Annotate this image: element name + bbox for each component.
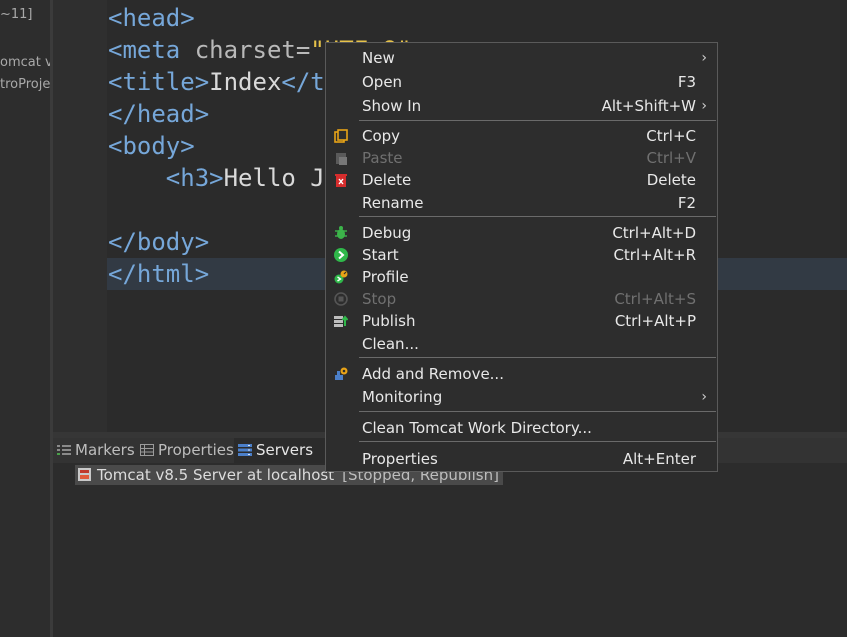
menu-item-rename[interactable]: Rename F2	[326, 192, 717, 214]
tab-servers[interactable]: Servers ✕	[234, 438, 339, 463]
menu-item-clean-tomcat-work-directory[interactable]: Clean Tomcat Work Directory...	[326, 417, 717, 439]
server-name: Tomcat v8.5 Server at localhost	[97, 466, 335, 484]
menu-separator	[359, 411, 716, 412]
tab-label: Markers	[75, 441, 135, 459]
project-explorer-text[interactable]: troProje	[0, 77, 50, 92]
menu-item-properties[interactable]: Properties Alt+Enter	[326, 448, 717, 470]
code-text: <head>	[108, 2, 195, 34]
publish-icon	[334, 315, 348, 327]
code-text: <body>	[108, 130, 195, 162]
menu-item-shortcut: Ctrl+Alt+P	[614, 312, 696, 330]
code-line[interactable]: 3<head>	[53, 2, 847, 34]
markers-icon	[57, 445, 71, 455]
menu-item-publish[interactable]: Publish Ctrl+Alt+P	[326, 310, 717, 332]
start-icon	[334, 248, 348, 262]
line-number-gutter	[53, 0, 107, 432]
menu-item-new[interactable]: New ›	[326, 47, 717, 69]
tab-markers[interactable]: Markers	[57, 438, 135, 463]
submenu-arrow-icon: ›	[701, 389, 707, 405]
tab-label: Properties	[158, 441, 234, 459]
menu-item-delete[interactable]: Delete Delete	[326, 169, 717, 191]
menu-item-shortcut: Alt+Enter	[622, 450, 696, 468]
tomcat-server-icon	[78, 468, 91, 481]
debug-icon	[335, 226, 347, 239]
menu-item-shortcut: F2	[677, 194, 696, 212]
code-token: Index	[209, 68, 282, 96]
add-remove-icon	[335, 367, 348, 380]
menu-item-shortcut: Ctrl+Alt+D	[612, 224, 696, 242]
menu-item-label: Profile	[362, 268, 409, 286]
menu-item-stop: Stop Ctrl+Alt+S	[326, 288, 717, 310]
menu-item-shortcut: Ctrl+C	[646, 127, 696, 145]
code-token: </body>	[108, 228, 210, 256]
menu-item-label: Stop	[362, 290, 397, 308]
menu-item-clean[interactable]: Clean...	[326, 333, 717, 355]
tab-properties[interactable]: Properties	[140, 438, 234, 463]
profile-icon	[334, 270, 348, 284]
submenu-arrow-icon: ›	[701, 50, 707, 66]
menu-item-shortcut: Delete	[646, 171, 696, 189]
code-token: </head>	[108, 100, 210, 128]
menu-item-label: New	[362, 49, 395, 67]
menu-item-label: Open	[362, 73, 403, 91]
context-menu: New › Open F3 Show In Alt+Shift+W › Copy Ctrl+C P…	[325, 42, 718, 472]
code-token: <head>	[108, 4, 195, 32]
menu-item-paste: Paste Ctrl+V	[326, 147, 717, 169]
menu-item-label: Clean Tomcat Work Directory...	[362, 419, 592, 437]
menu-separator	[359, 357, 716, 358]
tab-label: Servers	[256, 441, 314, 459]
menu-item-label: Rename	[362, 194, 424, 212]
code-text: </html>	[108, 258, 209, 290]
menu-separator	[359, 216, 716, 217]
menu-item-label: Copy	[362, 127, 401, 145]
copy-icon	[334, 129, 348, 143]
submenu-arrow-icon: ›	[701, 98, 707, 114]
servers-icon	[238, 444, 252, 456]
code-token: charset=	[194, 36, 311, 64]
code-text: </head>	[108, 98, 209, 130]
paste-icon	[336, 153, 347, 165]
project-explorer-text[interactable]: ~11]	[0, 7, 50, 22]
menu-item-label: Delete	[362, 171, 412, 189]
code-token: </html>	[108, 260, 210, 288]
code-token: <body>	[108, 132, 195, 160]
code-token: <meta	[108, 36, 195, 64]
menu-item-open[interactable]: Open F3	[326, 71, 717, 93]
menu-item-label: Clean...	[362, 335, 419, 353]
stop-icon	[334, 292, 348, 306]
properties-icon	[140, 444, 154, 456]
menu-item-label: Show In	[362, 97, 422, 115]
menu-item-debug[interactable]: Debug Ctrl+Alt+D	[326, 222, 717, 244]
menu-item-start[interactable]: Start Ctrl+Alt+R	[326, 244, 717, 266]
menu-item-label: Publish	[362, 312, 416, 330]
project-explorer-text[interactable]: omcat v	[0, 55, 50, 70]
code-text: </body>	[108, 226, 209, 258]
menu-item-label: Properties	[362, 450, 438, 468]
menu-item-label: Add and Remove...	[362, 365, 504, 383]
menu-item-add-and-remove[interactable]: Add and Remove...	[326, 363, 717, 385]
delete-icon	[335, 174, 347, 187]
menu-item-shortcut: Ctrl+Alt+R	[613, 246, 696, 264]
menu-item-show-in[interactable]: Show In Alt+Shift+W ›	[326, 95, 717, 117]
menu-item-shortcut: Ctrl+Alt+S	[614, 290, 696, 308]
menu-item-label: Debug	[362, 224, 412, 242]
menu-item-monitoring[interactable]: Monitoring ›	[326, 386, 717, 408]
code-token: <title>	[108, 68, 210, 96]
menu-item-label: Start	[362, 246, 399, 264]
menu-item-profile[interactable]: Profile	[326, 266, 717, 288]
menu-item-label: Paste	[362, 149, 403, 167]
menu-item-shortcut: F3	[677, 73, 696, 91]
menu-item-label: Monitoring	[362, 388, 443, 406]
project-explorer-strip: ~11] omcat v troProje	[0, 0, 50, 637]
menu-item-shortcut: Alt+Shift+W	[601, 97, 696, 115]
menu-item-copy[interactable]: Copy Ctrl+C	[326, 125, 717, 147]
menu-separator	[359, 120, 716, 121]
menu-item-shortcut: Ctrl+V	[646, 149, 696, 167]
code-token: <h3>	[165, 164, 224, 192]
menu-separator	[359, 441, 716, 442]
